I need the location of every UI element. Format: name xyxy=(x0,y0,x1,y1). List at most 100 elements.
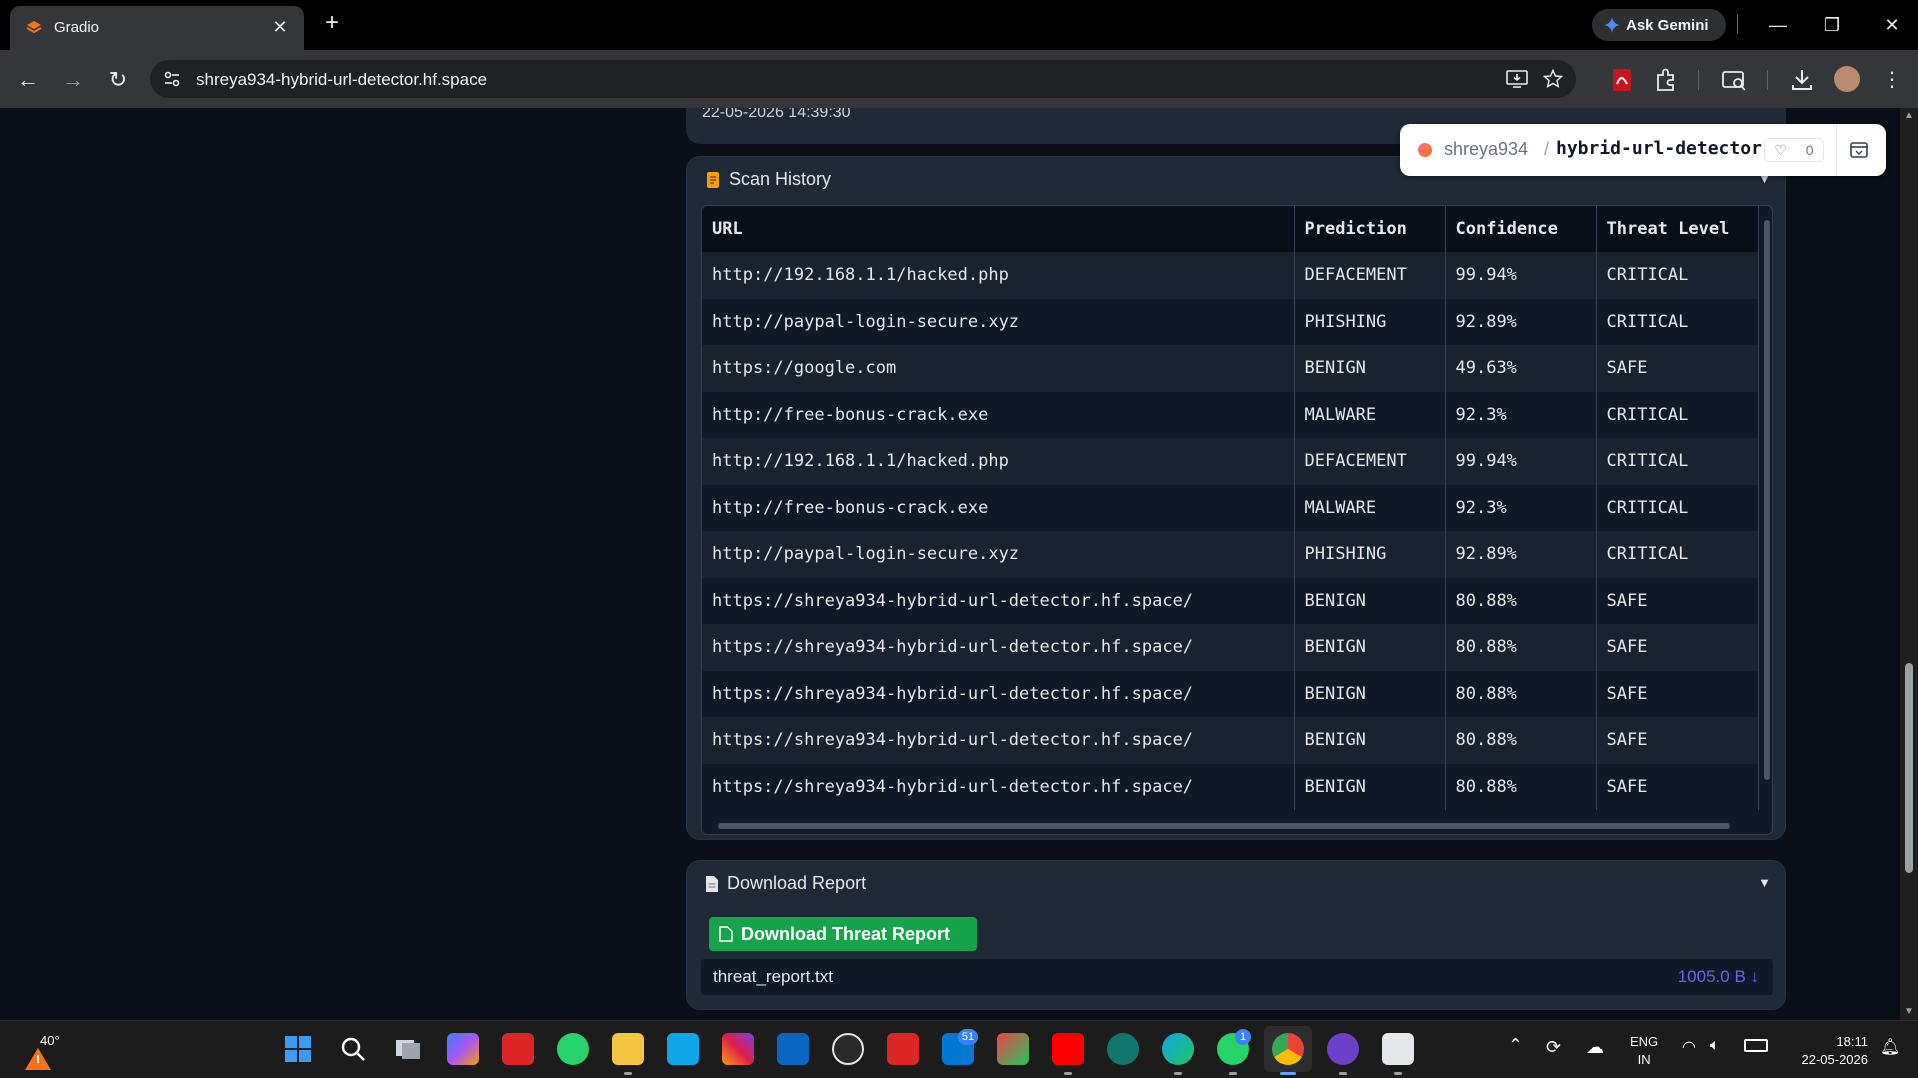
search-icon[interactable] xyxy=(337,1033,369,1065)
cell-confidence[interactable]: 80.88% xyxy=(1445,577,1597,624)
space-owner[interactable]: shreya934 xyxy=(1444,139,1528,160)
language-indicator[interactable]: ENG IN xyxy=(1630,1033,1658,1069)
table-row[interactable]: http://paypal-login-secure.xyz PHISHING 92… xyxy=(702,298,1759,345)
app-teal-icon[interactable] xyxy=(1107,1033,1139,1065)
cell-confidence[interactable]: 80.88% xyxy=(1445,717,1597,764)
pdf-extension-icon[interactable] xyxy=(1608,66,1636,94)
scan-history-header[interactable]: Scan History xyxy=(705,169,831,190)
install-app-icon[interactable] xyxy=(1506,69,1528,89)
extensions-puzzle-icon[interactable] xyxy=(1652,66,1680,94)
address-bar[interactable]: shreya934-hybrid-url-detector.hf.space xyxy=(150,60,1576,98)
forward-arrow-icon[interactable]: → xyxy=(57,64,89,96)
instagram-icon[interactable] xyxy=(722,1033,754,1065)
cell-threat-level[interactable]: CRITICAL xyxy=(1596,484,1759,531)
reload-icon[interactable]: ↻ xyxy=(102,64,134,96)
cell-url[interactable]: https://shreya934-hybrid-url-detector.hf… xyxy=(702,717,1295,764)
table-row[interactable]: https://shreya934-hybrid-url-detector.hf… xyxy=(702,670,1759,717)
copilot-icon[interactable] xyxy=(447,1033,479,1065)
volume-icon[interactable]: 🔈︎ xyxy=(1710,1037,1720,1055)
cell-prediction[interactable]: MALWARE xyxy=(1294,391,1446,438)
cell-confidence[interactable]: 92.89% xyxy=(1445,531,1597,578)
table-row[interactable]: http://free-bonus-crack.exe MALWARE 92.3% C… xyxy=(702,484,1759,531)
cell-prediction[interactable]: PHISHING xyxy=(1294,531,1446,578)
cell-prediction[interactable]: BENIGN xyxy=(1294,763,1446,810)
report-file-row[interactable]: threat_report.txt 1005.0 B ↓ xyxy=(701,959,1773,995)
tab-search-icon[interactable] xyxy=(1720,66,1748,94)
cloud-icon[interactable]: ☁ xyxy=(1586,1037,1604,1058)
table-row[interactable]: http://192.168.1.1/hacked.php DEFACEMENT 9… xyxy=(702,438,1759,485)
collapse-badge-button[interactable] xyxy=(1836,124,1880,176)
cell-threat-level[interactable]: SAFE xyxy=(1596,624,1759,671)
cell-threat-level[interactable]: CRITICAL xyxy=(1596,438,1759,485)
github-icon[interactable] xyxy=(1327,1033,1359,1065)
cell-confidence[interactable]: 99.94% xyxy=(1445,252,1597,299)
cell-threat-level[interactable]: SAFE xyxy=(1596,345,1759,392)
bookmark-star-icon[interactable] xyxy=(1543,69,1563,89)
cell-threat-level[interactable]: SAFE xyxy=(1596,670,1759,717)
profile-avatar[interactable] xyxy=(1834,66,1860,92)
cell-prediction[interactable]: BENIGN xyxy=(1294,670,1446,717)
close-tab-icon[interactable]: ✕ xyxy=(268,15,292,39)
battery-icon[interactable] xyxy=(1744,1039,1768,1052)
cell-prediction[interactable]: MALWARE xyxy=(1294,484,1446,531)
cell-threat-level[interactable]: SAFE xyxy=(1596,717,1759,764)
scroll-down-icon[interactable]: ▼ xyxy=(1904,1006,1914,1017)
whatsapp-icon[interactable] xyxy=(557,1033,589,1065)
minimize-icon[interactable]: — xyxy=(1758,10,1798,40)
cell-confidence[interactable]: 92.89% xyxy=(1445,298,1597,345)
wifi-icon[interactable]: ◠ xyxy=(1682,1037,1696,1057)
cell-threat-level[interactable]: SAFE xyxy=(1596,577,1759,624)
cell-prediction[interactable]: BENIGN xyxy=(1294,577,1446,624)
site-info-icon[interactable] xyxy=(162,69,182,89)
huggingface-space-badge[interactable]: shreya934 / hybrid-url-detector ♡ 0 xyxy=(1400,124,1886,176)
cell-confidence[interactable]: 92.3% xyxy=(1445,484,1597,531)
weather-widget[interactable]: 40° xyxy=(24,1033,84,1073)
notifications-icon[interactable]: 🔔︎ xyxy=(1880,1037,1900,1057)
edge-icon[interactable] xyxy=(1162,1033,1194,1065)
chatgpt-icon[interactable] xyxy=(832,1033,864,1065)
file-explorer-icon[interactable] xyxy=(612,1033,644,1065)
download-threat-report-button[interactable]: Download Threat Report xyxy=(709,917,977,951)
cell-confidence[interactable]: 80.88% xyxy=(1445,670,1597,717)
cell-url[interactable]: http://192.168.1.1/hacked.php xyxy=(702,252,1295,299)
cell-threat-level[interactable]: CRITICAL xyxy=(1596,298,1759,345)
cell-threat-level[interactable]: CRITICAL xyxy=(1596,391,1759,438)
scroll-up-icon[interactable]: ▲ xyxy=(1904,110,1914,121)
table-row[interactable]: http://free-bonus-crack.exe MALWARE 92.3% C… xyxy=(702,391,1759,438)
cell-url[interactable]: http://free-bonus-crack.exe xyxy=(702,484,1295,531)
page-scrollbar[interactable]: ▲ ▼ xyxy=(1900,108,1918,1020)
downloads-icon[interactable] xyxy=(1788,66,1816,94)
cell-url[interactable]: https://shreya934-hybrid-url-detector.hf… xyxy=(702,624,1295,671)
table-row[interactable]: http://paypal-login-secure.xyz PHISHING 92… xyxy=(702,531,1759,578)
table-row[interactable]: https://shreya934-hybrid-url-detector.hf… xyxy=(702,624,1759,671)
cell-confidence[interactable]: 92.3% xyxy=(1445,391,1597,438)
new-tab-button[interactable]: + xyxy=(318,10,346,38)
cell-prediction[interactable]: DEFACEMENT xyxy=(1294,252,1446,299)
close-window-icon[interactable]: ✕ xyxy=(1872,10,1912,40)
show-hidden-icons-chevron-icon[interactable]: ⌃ xyxy=(1508,1035,1523,1056)
table-row[interactable]: https://shreya934-hybrid-url-detector.hf… xyxy=(702,577,1759,624)
space-repo-name[interactable]: hybrid-url-detector xyxy=(1556,138,1762,159)
browser-tab[interactable]: Gradio ✕ xyxy=(10,6,304,50)
cell-confidence[interactable]: 99.94% xyxy=(1445,438,1597,485)
column-header-prediction[interactable]: Prediction xyxy=(1294,206,1446,252)
cell-threat-level[interactable]: CRITICAL xyxy=(1596,252,1759,299)
linkedin-icon[interactable] xyxy=(777,1033,809,1065)
table-row[interactable]: https://google.com BENIGN 49.63% SAFE xyxy=(702,345,1759,392)
cell-url[interactable]: http://paypal-login-secure.xyz xyxy=(702,531,1295,578)
cell-url[interactable]: https://shreya934-hybrid-url-detector.hf… xyxy=(702,763,1295,810)
like-button[interactable]: ♡ 0 xyxy=(1764,138,1824,162)
cell-threat-level[interactable]: CRITICAL xyxy=(1596,531,1759,578)
back-arrow-icon[interactable]: ← xyxy=(12,64,44,96)
table-row[interactable]: https://shreya934-hybrid-url-detector.hf… xyxy=(702,763,1759,810)
system-clock[interactable]: 18:11 22-05-2026 xyxy=(1788,1033,1869,1069)
app-red-icon[interactable] xyxy=(502,1033,534,1065)
youtube-icon[interactable] xyxy=(1052,1033,1084,1065)
windows-start-icon[interactable] xyxy=(282,1033,314,1065)
restore-icon[interactable]: ❐ xyxy=(1812,10,1852,40)
app-red-2-icon[interactable] xyxy=(887,1033,919,1065)
cell-url[interactable]: http://192.168.1.1/hacked.php xyxy=(702,438,1295,485)
table-row[interactable]: http://192.168.1.1/hacked.php DEFACEMENT 9… xyxy=(702,252,1759,299)
chrome-icon[interactable] xyxy=(1272,1033,1304,1065)
table-vertical-scrollbar[interactable] xyxy=(1764,220,1770,780)
